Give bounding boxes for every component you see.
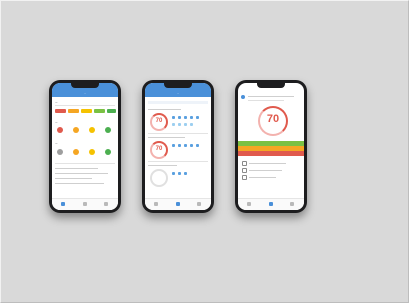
divider — [55, 163, 115, 164]
metric-icon — [190, 144, 193, 147]
page-heading: ... — [55, 100, 58, 104]
status-chip-light-green[interactable] — [94, 109, 105, 113]
detail-subtitle — [248, 100, 284, 101]
score-ring-gauge: 70 — [150, 141, 168, 159]
score-ring-gauge: 70 — [258, 106, 288, 136]
search-bar[interactable] — [148, 101, 208, 104]
status-icon-orange[interactable] — [73, 149, 79, 155]
checkbox[interactable] — [242, 161, 247, 166]
status-chip-yellow[interactable] — [81, 109, 92, 113]
checklist-item-text — [249, 177, 276, 178]
phone-screen: 70 — [238, 83, 304, 210]
phone-mockup-dashboard: ... ... ... ... — [49, 80, 121, 213]
metric-icon — [172, 144, 175, 147]
metric-icon — [190, 116, 193, 119]
phone-notch — [164, 83, 192, 88]
tab-home-icon[interactable] — [61, 202, 65, 206]
score-value: 70 — [266, 113, 280, 125]
tab-list-icon[interactable] — [176, 202, 180, 206]
phone-notch — [257, 83, 285, 88]
divider — [55, 105, 115, 106]
phone-notch — [71, 83, 99, 88]
divider — [148, 133, 208, 134]
status-icon-yellow[interactable] — [89, 149, 95, 155]
list-item-text — [55, 168, 98, 169]
status-band-red[interactable] — [238, 151, 304, 156]
bottom-tab-bar — [52, 198, 118, 210]
status-icon-green[interactable] — [105, 149, 111, 155]
score-ring-gauge: 70 — [150, 113, 168, 131]
metric-icon — [178, 144, 181, 147]
tab-home-icon[interactable] — [154, 202, 158, 206]
phone-mockup-detail: 70 — [235, 80, 307, 213]
metric-icon — [172, 116, 175, 119]
checklist-item-text — [249, 163, 286, 164]
status-chip-red[interactable] — [55, 109, 66, 113]
card-title — [148, 137, 185, 138]
metric-icon — [184, 116, 187, 119]
score-value: 70 — [155, 146, 163, 152]
app-title: ... — [83, 91, 87, 95]
tab-profile-icon[interactable] — [290, 202, 294, 206]
tab-profile-icon[interactable] — [104, 202, 108, 206]
metric-icon — [178, 172, 181, 175]
phone-mockup-scores: ... 70 70 — [142, 80, 214, 213]
bottom-tab-bar — [145, 198, 211, 210]
metric-icon — [184, 144, 187, 147]
metric-icon — [184, 123, 187, 126]
list-item-text — [55, 183, 104, 184]
status-icon-red[interactable] — [57, 127, 63, 133]
metric-icon — [172, 123, 175, 126]
score-value: 70 — [155, 118, 163, 124]
list-item-text — [55, 173, 108, 174]
back-icon[interactable] — [241, 95, 245, 99]
card-title — [148, 109, 181, 110]
section-heading: ... — [55, 141, 58, 145]
metric-icon — [196, 116, 199, 119]
status-chip-green[interactable] — [107, 109, 116, 113]
checklist-item-text — [249, 170, 282, 171]
checkbox[interactable] — [242, 168, 247, 173]
section-heading: ... — [55, 120, 58, 124]
status-icon-yellow[interactable] — [89, 127, 95, 133]
metric-icon — [190, 123, 193, 126]
score-ring-gauge — [150, 169, 168, 187]
status-icon-orange[interactable] — [73, 127, 79, 133]
metric-icon — [172, 172, 175, 175]
phone-screen: ... 70 70 — [145, 83, 211, 210]
status-chip-orange[interactable] — [68, 109, 79, 113]
bottom-tab-bar — [238, 198, 304, 210]
tab-home-icon[interactable] — [247, 202, 251, 206]
checkbox[interactable] — [242, 175, 247, 180]
app-title: ... — [176, 91, 180, 95]
status-icon-grey[interactable] — [57, 149, 63, 155]
metric-icon — [196, 144, 199, 147]
tab-list-icon[interactable] — [83, 202, 87, 206]
metric-icon — [178, 123, 181, 126]
tab-list-icon[interactable] — [269, 202, 273, 206]
divider — [148, 161, 208, 162]
phone-screen: ... ... ... ... — [52, 83, 118, 210]
detail-title — [248, 96, 294, 97]
status-icon-green[interactable] — [105, 127, 111, 133]
metric-icon — [178, 116, 181, 119]
tab-profile-icon[interactable] — [197, 202, 201, 206]
list-item-text — [55, 178, 92, 179]
metric-icon — [184, 172, 187, 175]
card-title — [148, 165, 177, 166]
